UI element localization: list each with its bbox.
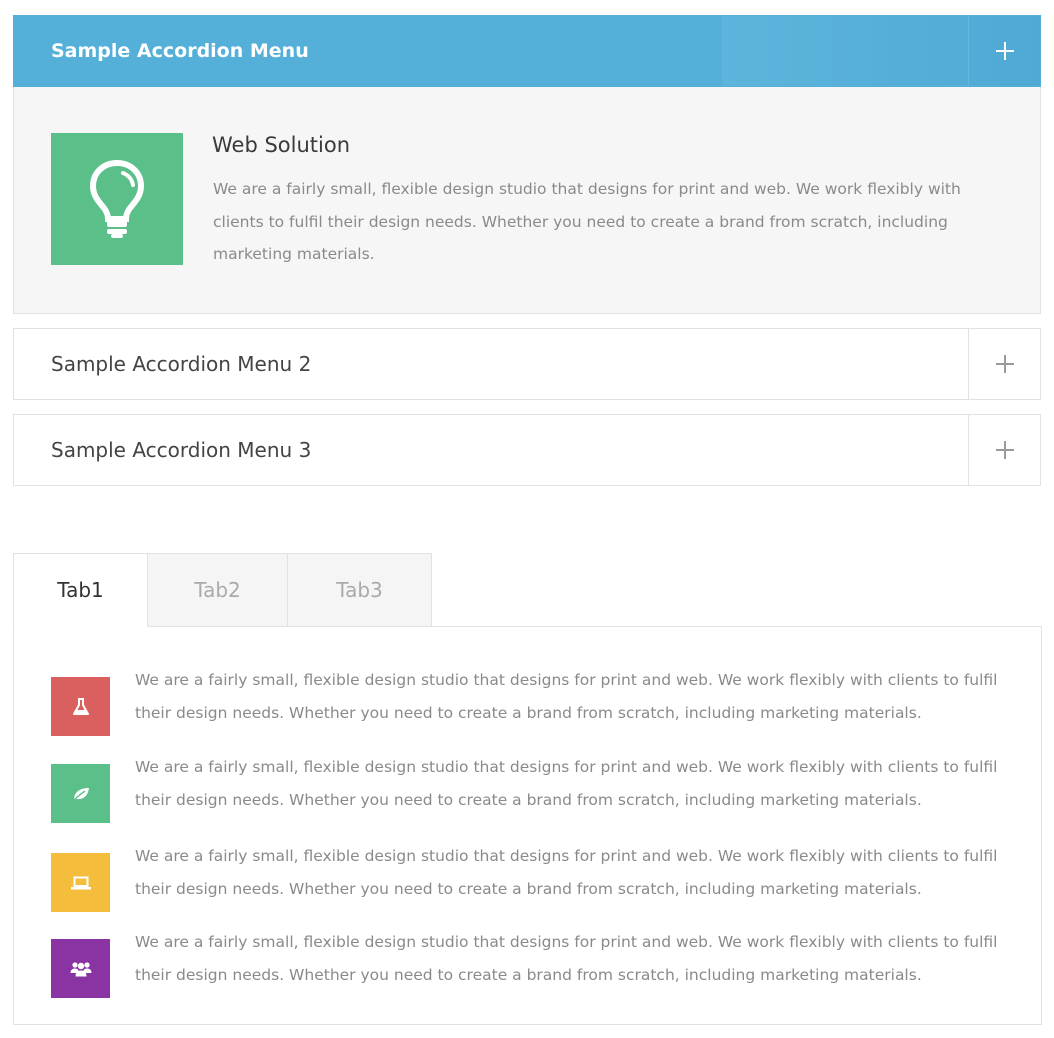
accordion-header-2[interactable]: Sample Accordion Menu 2 [13, 328, 1041, 400]
accordion-toggle-1[interactable] [968, 16, 1040, 86]
tab-bar: Tab1 Tab2 Tab3 [13, 553, 432, 627]
tab-2[interactable]: Tab2 [148, 553, 288, 627]
accordion-panel-1: Web Solution We are a fairly small, flex… [13, 87, 1041, 314]
list-item-text: We are a fairly small, flexible design s… [135, 671, 998, 722]
list-item-text: We are a fairly small, flexible design s… [135, 933, 998, 984]
feature-title: Web Solution [212, 133, 351, 157]
accordion-title-3: Sample Accordion Menu 3 [51, 438, 312, 462]
accordion-toggle-3[interactable] [968, 415, 1040, 485]
accordion-item-2: Sample Accordion Menu 2 [13, 328, 1041, 400]
tab-1[interactable]: Tab1 [13, 553, 148, 627]
tab-3[interactable]: Tab3 [288, 553, 432, 627]
feature-text: We are a fairly small, flexible design s… [213, 180, 961, 263]
users-icon [51, 939, 110, 998]
list-item: We are a fairly small, flexible design s… [51, 840, 1011, 912]
accordion-toggle-2[interactable] [968, 329, 1040, 399]
list-item-text: We are a fairly small, flexible design s… [135, 847, 998, 898]
accordion-title-2: Sample Accordion Menu 2 [51, 352, 312, 376]
flask-icon [51, 677, 110, 736]
plus-icon [995, 355, 1014, 373]
laptop-icon [51, 853, 110, 912]
accordion-title-1: Sample Accordion Menu [51, 40, 309, 62]
leaf-icon [51, 764, 110, 823]
list-item: We are a fairly small, flexible design s… [51, 751, 1011, 823]
accordion-item-1: Sample Accordion Menu Web Solution We ar… [13, 15, 1041, 314]
plus-icon [995, 441, 1014, 459]
plus-icon [995, 42, 1014, 60]
tab-panel: We are a fairly small, flexible design s… [13, 626, 1042, 1025]
accordion-header-1[interactable]: Sample Accordion Menu [13, 15, 1041, 87]
list-item: We are a fairly small, flexible design s… [51, 664, 1011, 736]
list-item: We are a fairly small, flexible design s… [51, 926, 1011, 998]
accordion-header-3[interactable]: Sample Accordion Menu 3 [13, 414, 1041, 486]
list-item-text: We are a fairly small, flexible design s… [135, 758, 998, 809]
accordion-item-3: Sample Accordion Menu 3 [13, 414, 1041, 486]
tabs-widget: Tab1 Tab2 Tab3 We are a fairly small, fl… [13, 553, 1042, 1025]
lightbulb-icon [51, 133, 183, 265]
